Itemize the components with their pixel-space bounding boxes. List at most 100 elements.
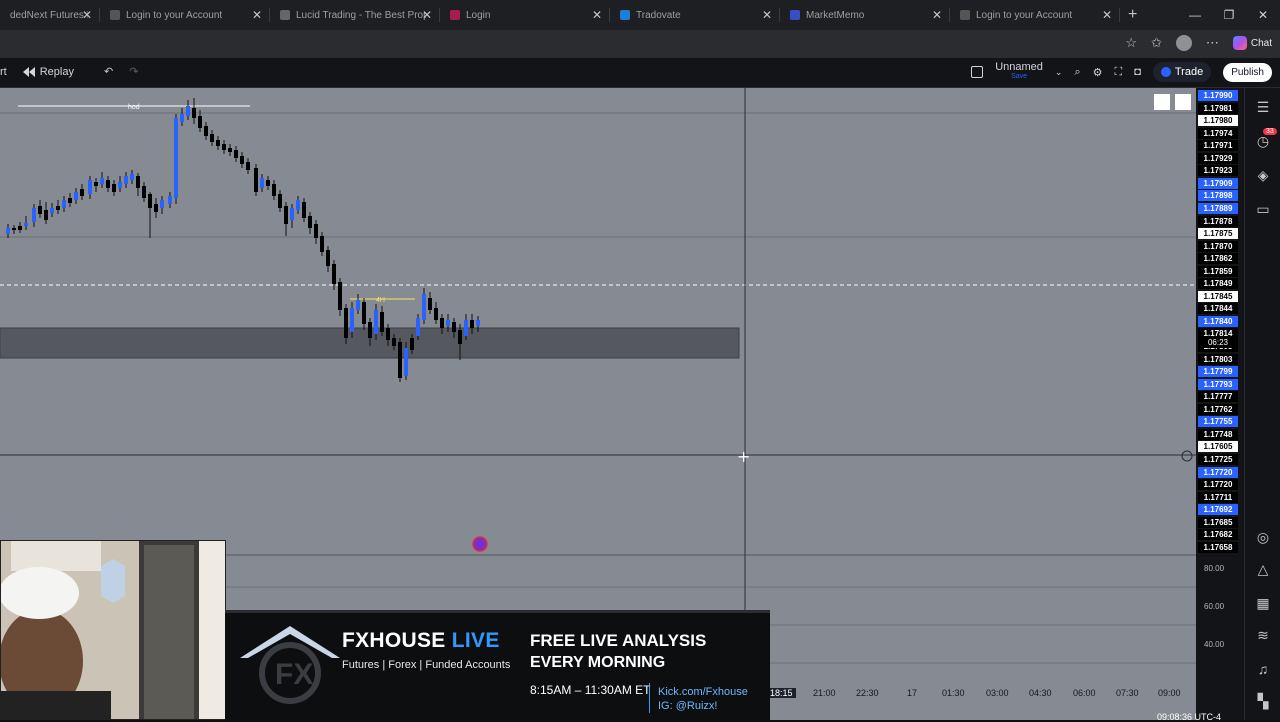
candle-body	[136, 176, 140, 188]
price-label: 1.17875	[1198, 228, 1238, 240]
browser-tab[interactable]: dedNext Futures Hel✕	[0, 0, 100, 30]
price-label: 1.17682	[1198, 529, 1238, 541]
svg-text:FX: FX	[275, 658, 313, 691]
price-label: 1.17898	[1198, 190, 1238, 202]
oscillator-label: 80.00	[1204, 564, 1225, 573]
price-label: 1.17929	[1198, 152, 1238, 164]
banner-ig-handle: IG: @Ruizx!	[658, 700, 718, 712]
tab-close-icon[interactable]: ✕	[422, 8, 432, 22]
chevron-down-icon[interactable]: ⌄	[1055, 67, 1063, 78]
browser-tab[interactable]: Login ✕	[440, 0, 610, 30]
tab-close-icon[interactable]: ✕	[762, 8, 772, 22]
candle-body	[148, 194, 152, 208]
settings-gear-icon[interactable]: ⚙	[1093, 66, 1103, 79]
redo-icon[interactable]: ↷	[129, 65, 138, 78]
tab-title: dedNext Futures Hel	[10, 9, 88, 21]
browser-tab[interactable]: Login to your Account ✕	[100, 0, 270, 30]
undo-icon[interactable]: ↶	[104, 65, 113, 78]
layout-checkbox[interactable]	[971, 66, 984, 78]
tab-close-icon[interactable]: ✕	[592, 8, 602, 22]
candle-body	[446, 320, 450, 326]
layout-selector[interactable]: Unnamed Save	[995, 62, 1043, 82]
close-window-button[interactable]: ✕	[1246, 8, 1280, 22]
reset-view-button[interactable]	[1175, 94, 1191, 110]
webcam-feed-image	[1, 541, 225, 719]
price-label: 1.17974	[1198, 127, 1238, 139]
profile-avatar[interactable]	[1175, 35, 1192, 51]
price-label: 1.17971	[1198, 140, 1238, 152]
tab-favicon-icon	[620, 10, 630, 20]
browser-tab[interactable]: Login to your Account ✕	[950, 0, 1120, 30]
bookmark-star-icon[interactable]: ☆	[1125, 35, 1137, 51]
event-marker-icon[interactable]	[472, 536, 488, 552]
camera-snapshot-icon[interactable]: ◘	[1134, 66, 1141, 78]
tab-title: Login	[466, 9, 491, 21]
candle-body	[192, 108, 196, 118]
candle-body	[50, 208, 54, 213]
browser-tab-bar: dedNext Futures Hel✕Login to your Accoun…	[0, 0, 1280, 30]
new-tab-button[interactable]: +	[1128, 6, 1137, 24]
hod-label: hod	[128, 104, 140, 111]
candle-body	[320, 236, 324, 252]
chat-bubble-icon[interactable]: ▭	[1254, 200, 1272, 218]
price-label: 1.17793	[1198, 378, 1238, 390]
candle-body	[124, 176, 128, 184]
toolbar-fragment-label[interactable]: rt	[0, 66, 7, 78]
quick-search-icon[interactable]: ⌕	[1074, 66, 1080, 79]
banner-divider	[649, 683, 650, 713]
candle-body	[326, 250, 330, 266]
price-label: 1.17889	[1198, 202, 1238, 214]
candle-body	[100, 178, 104, 184]
candle-body	[12, 228, 16, 230]
tab-close-icon[interactable]: ✕	[252, 8, 262, 22]
minimize-button[interactable]: —	[1178, 8, 1212, 22]
candle-body	[204, 126, 208, 136]
candle-body	[440, 318, 444, 328]
layers-icon[interactable]: ◈	[1254, 166, 1272, 184]
banner-kick-link[interactable]: Kick.com/Fxhouse	[658, 686, 748, 698]
candle-body	[154, 204, 158, 212]
add-alert-plus-icon[interactable]	[1181, 450, 1193, 462]
tab-close-icon[interactable]: ✕	[82, 8, 92, 22]
pine-triangle-icon[interactable]: △	[1254, 560, 1272, 578]
more-menu-icon[interactable]: ⋯	[1206, 35, 1219, 51]
calendar-icon[interactable]: ▦	[1254, 594, 1272, 612]
price-scale[interactable]: 1.17990 1.17981 1.17980 1.17974 1.17971 1.179…	[1196, 88, 1244, 720]
browser-tab[interactable]: MarketMemo ✕	[780, 0, 950, 30]
banner-brand: FXHOUSE LIVE	[342, 629, 500, 653]
chat-button[interactable]: Chat	[1232, 36, 1272, 50]
trade-button[interactable]: Trade	[1152, 62, 1212, 82]
favorites-icon[interactable]: ✩	[1151, 35, 1162, 51]
time-axis-label: 21:00	[813, 688, 836, 698]
watchlist-icon[interactable]: ☰	[1254, 98, 1272, 116]
webcam-overlay	[0, 540, 226, 720]
candle-body	[398, 342, 402, 378]
candle-body	[380, 312, 384, 332]
tab-close-icon[interactable]: ✕	[932, 8, 942, 22]
candle-body	[260, 178, 264, 188]
candle-body	[234, 150, 238, 158]
price-label: 1.17755	[1198, 416, 1238, 428]
replay-button[interactable]: Replay	[22, 66, 74, 78]
candle-body	[24, 223, 28, 226]
bell-icon[interactable]: ♫	[1254, 660, 1272, 678]
publish-button[interactable]: Publish	[1223, 62, 1272, 82]
browser-tab[interactable]: Lucid Trading - The Best Prop Fi ✕	[270, 0, 440, 30]
price-label: 1.17844	[1198, 303, 1238, 315]
restore-button[interactable]: ❐	[1212, 8, 1246, 22]
banner-tagline: Futures | Forex | Funded Accounts	[342, 659, 511, 671]
price-label: 1.17990	[1198, 90, 1238, 101]
fullscreen-icon[interactable]: ⛶	[1115, 66, 1123, 79]
browser-tab[interactable]: Tradovate ✕	[610, 0, 780, 30]
grid-menu-icon[interactable]: ▚	[1254, 692, 1272, 710]
scroll-down-button[interactable]	[1154, 94, 1170, 110]
target-icon[interactable]: ◎	[1254, 528, 1272, 546]
time-axis-label: 17	[907, 688, 918, 698]
candle-body	[32, 208, 36, 222]
broadcast-icon[interactable]: ≋	[1254, 626, 1272, 644]
tab-close-icon[interactable]: ✕	[1102, 8, 1112, 22]
stream-banner: FX FXHOUSE LIVE Futures | Forex | Funded…	[225, 610, 770, 720]
candle-body	[222, 144, 226, 150]
price-label: 1.17849	[1198, 278, 1238, 290]
candle-body	[350, 308, 354, 332]
